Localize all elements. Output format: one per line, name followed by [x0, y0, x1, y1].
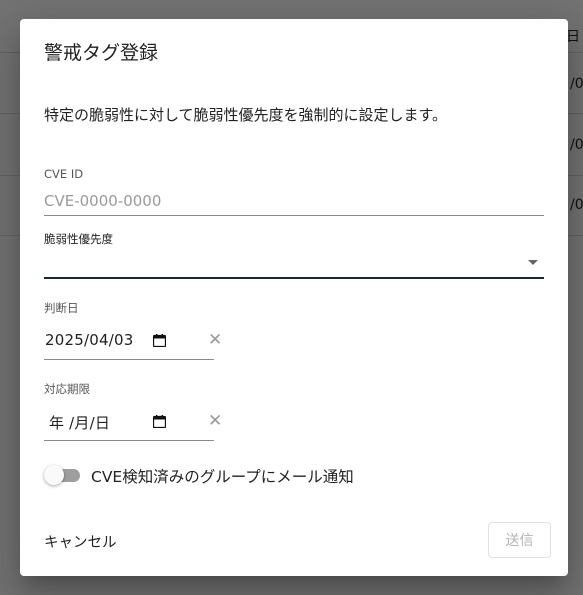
- dialog-title: 警戒タグ登録: [44, 42, 159, 64]
- email-notify-label: CVE検知済みのグループにメール通知: [91, 468, 354, 486]
- submit-button[interactable]: 送信: [488, 522, 551, 558]
- cve-id-input[interactable]: [44, 187, 544, 216]
- dialog-description: 特定の脆弱性に対して脆弱性優先度を強制的に設定します。: [44, 106, 448, 124]
- clear-date-icon[interactable]: ✕: [208, 332, 222, 349]
- calendar-icon[interactable]: [153, 415, 166, 428]
- toggle-thumb: [44, 465, 64, 485]
- calendar-icon[interactable]: [153, 334, 166, 347]
- alert-tag-dialog: 警戒タグ登録 特定の脆弱性に対して脆弱性優先度を強制的に設定します。 CVE I…: [20, 19, 568, 576]
- clear-date-icon[interactable]: ✕: [208, 413, 222, 430]
- email-notify-toggle[interactable]: [44, 465, 80, 485]
- dropdown-arrow-icon: [528, 260, 538, 265]
- deadline-label: 対応期限: [44, 382, 90, 396]
- deadline-date-value: 年 /月/日: [49, 414, 111, 432]
- priority-label: 脆弱性優先度: [44, 232, 113, 246]
- priority-select[interactable]: [44, 249, 544, 279]
- cve-id-label: CVE ID: [44, 167, 84, 181]
- decision-date-value: 2025/04/03: [45, 331, 134, 349]
- decision-date-input[interactable]: 2025/04/03 ✕: [44, 321, 222, 360]
- cancel-button[interactable]: キャンセル: [35, 524, 126, 558]
- decision-date-label: 判断日: [44, 301, 79, 315]
- deadline-date-input[interactable]: 年 /月/日 ✕: [44, 402, 222, 441]
